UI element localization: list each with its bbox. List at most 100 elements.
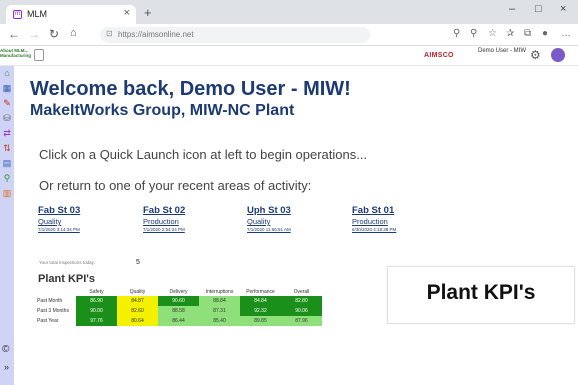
recent-item-type[interactable]: Quality [247, 217, 347, 226]
recent-item[interactable]: Fab St 01 Production 6/30/2020 4:18:38 P… [352, 205, 452, 232]
profile-icon[interactable]: ● [542, 28, 548, 39]
main-content: Welcome back, Demo User - MIW! MakeItWor… [14, 66, 578, 385]
callout-text: Plant KPI's [426, 281, 536, 304]
gear-icon[interactable]: ⚙ [530, 48, 541, 62]
kpi-cell: 82.60 [117, 306, 158, 316]
recent-item-type[interactable]: Quality [38, 217, 138, 226]
tab-title: MLM [27, 9, 47, 19]
minimize-icon[interactable]: – [509, 3, 515, 15]
recent-item-title[interactable]: Fab St 01 [352, 205, 452, 216]
zoom-icon[interactable]: ⚲ [453, 28, 460, 39]
user-name[interactable]: Demo User - MIW [478, 48, 526, 54]
recent-activity-text: Or return to one of your recent areas of… [39, 178, 312, 193]
kpi-cell: 90.06 [281, 306, 322, 316]
recent-item-date[interactable]: 6/30/2020 4:18:38 PM [352, 227, 452, 232]
close-window-icon[interactable]: × [560, 3, 566, 15]
avatar[interactable] [551, 48, 565, 62]
kpi-cell: 86.90 [76, 296, 117, 306]
welcome-heading: Welcome back, Demo User - MIW! [30, 78, 351, 100]
favorites-bar-icon[interactable]: ✰ [506, 28, 514, 39]
recent-item[interactable]: Fab St 02 Production 7/1/2020 2:54:24 PM [143, 205, 243, 232]
company-logo: About MLM... Manufacturing [0, 48, 31, 58]
clipboard-icon[interactable]: ▤ [2, 158, 12, 168]
kpi-row-label: Past Month [37, 298, 63, 304]
kpi-cell: 84.84 [240, 296, 281, 306]
kpi-cell: 87.96 [281, 316, 322, 326]
database-icon[interactable]: ⛁ [2, 113, 12, 123]
transfer-icon[interactable]: ⇄ [2, 128, 12, 138]
app-header: About MLM... Manufacturing AIMSCO Demo U… [0, 46, 578, 66]
kpi-cell: 88.58 [158, 306, 199, 316]
kpi-row-label: Past 3 Months [37, 308, 69, 314]
recent-item-type[interactable]: Production [143, 217, 243, 226]
kpi-table: Safety Quality Delivery Interruptions Pe… [36, 287, 322, 326]
recent-item[interactable]: Fab St 03 Quality 7/1/2020 3:14:34 PM [38, 205, 138, 232]
table-row: Past Year 97.76 80.64 86.44 85.40 89.85 … [36, 316, 322, 326]
kpi-cell: 87.31 [199, 306, 240, 316]
kpi-header-cell: Performance [246, 288, 275, 295]
kpi-cell: 82.80 [281, 296, 322, 306]
browser-tabbar: m MLM × + – □ × [0, 0, 578, 24]
home-nav-icon[interactable]: ⌂ [70, 27, 77, 39]
tab-close-icon[interactable]: × [124, 7, 130, 19]
calendar-icon[interactable]: ▦ [2, 83, 12, 93]
arrows-icon[interactable]: ⇅ [2, 143, 12, 153]
quick-launch-sidebar: ⌂ ▦ ✎ ⛁ ⇄ ⇅ ▤ ⚲ ▥ © » [0, 66, 14, 385]
wrench-icon[interactable]: ✎ [2, 98, 12, 108]
kpi-header-cell: Quality [129, 288, 146, 295]
recent-item-date[interactable]: 7/1/2020 2:54:24 PM [143, 227, 243, 232]
table-row: Past 3 Months 90.00 82.60 88.58 87.31 92… [36, 306, 322, 316]
recent-item-date[interactable]: 7/1/2020 11:56:51 AM [247, 227, 347, 232]
recent-item-title[interactable]: Uph St 03 [247, 205, 347, 216]
forward-icon[interactable]: → [28, 27, 40, 41]
kpi-cell: 97.76 [76, 316, 117, 326]
recent-item[interactable]: Uph St 03 Quality 7/1/2020 11:56:51 AM [247, 205, 347, 232]
expand-sidebar-icon[interactable]: » [4, 362, 9, 372]
refresh-icon[interactable]: ↻ [49, 27, 59, 41]
url-text: https://aimsonline.net [118, 30, 194, 39]
favorite-star-icon[interactable]: ☆ [488, 28, 497, 39]
bar-chart-icon[interactable]: ▥ [2, 188, 12, 198]
recent-item-date[interactable]: 7/1/2020 3:14:34 PM [38, 227, 138, 232]
address-bar: ← → ↻ ⌂ ⊡ https://aimsonline.net ⚲ ⚲ ☆ ✰… [0, 24, 578, 46]
kpi-row-label: Past Year [37, 318, 59, 324]
kpi-header-cell [36, 287, 76, 296]
aimsco-brand: AIMSCO [424, 52, 454, 59]
inspections-count: 5 [136, 259, 140, 266]
back-icon[interactable]: ← [8, 27, 20, 41]
search-icon[interactable]: ⚲ [2, 173, 12, 183]
kpi-header-cell: Interruptions [205, 288, 234, 295]
browser-tab[interactable]: m MLM × [6, 5, 136, 24]
plant-heading: MakeItWorks Group, MIW-NC Plant [30, 102, 295, 119]
mlm-favicon-icon: m [13, 10, 22, 19]
kpi-callout: Plant KPI's [387, 266, 575, 324]
lock-icon: ⊡ [106, 29, 113, 38]
inspections-label: Your total inspections today: [39, 260, 96, 265]
new-tab-icon[interactable]: + [144, 5, 152, 20]
recent-item-type[interactable]: Production [352, 217, 452, 226]
table-row: Past Month 86.90 84.87 90.60 88.84 84.84… [36, 296, 322, 306]
kpi-cell: 90.60 [158, 296, 199, 306]
kpi-title: Plant KPI's [38, 273, 96, 285]
search-page-icon[interactable]: ⚲ [470, 28, 477, 39]
kpi-cell: 88.84 [199, 296, 240, 306]
home-icon[interactable]: ⌂ [2, 68, 12, 78]
kpi-cell: 90.00 [76, 306, 117, 316]
quick-launch-text: Click on a Quick Launch icon at left to … [39, 147, 368, 162]
logo-mark-icon [34, 49, 44, 61]
kpi-cell: 85.40 [199, 316, 240, 326]
recent-item-title[interactable]: Fab St 03 [38, 205, 138, 216]
recent-item-title[interactable]: Fab St 02 [143, 205, 243, 216]
kpi-cell: 89.85 [240, 316, 281, 326]
maximize-icon[interactable]: □ [535, 3, 542, 15]
kpi-cell: 86.44 [158, 316, 199, 326]
kpi-header-cell: Overall [293, 288, 310, 295]
more-menu-icon[interactable]: … [561, 28, 571, 39]
copyright-icon[interactable]: © [2, 344, 9, 355]
kpi-header-cell: Delivery [169, 288, 188, 295]
kpi-header-cell: Safety [89, 288, 104, 295]
url-input[interactable]: ⊡ https://aimsonline.net [100, 27, 370, 43]
kpi-cell: 84.87 [117, 296, 158, 306]
collections-icon[interactable]: ⧉ [524, 28, 531, 39]
kpi-cell: 92.32 [240, 306, 281, 316]
